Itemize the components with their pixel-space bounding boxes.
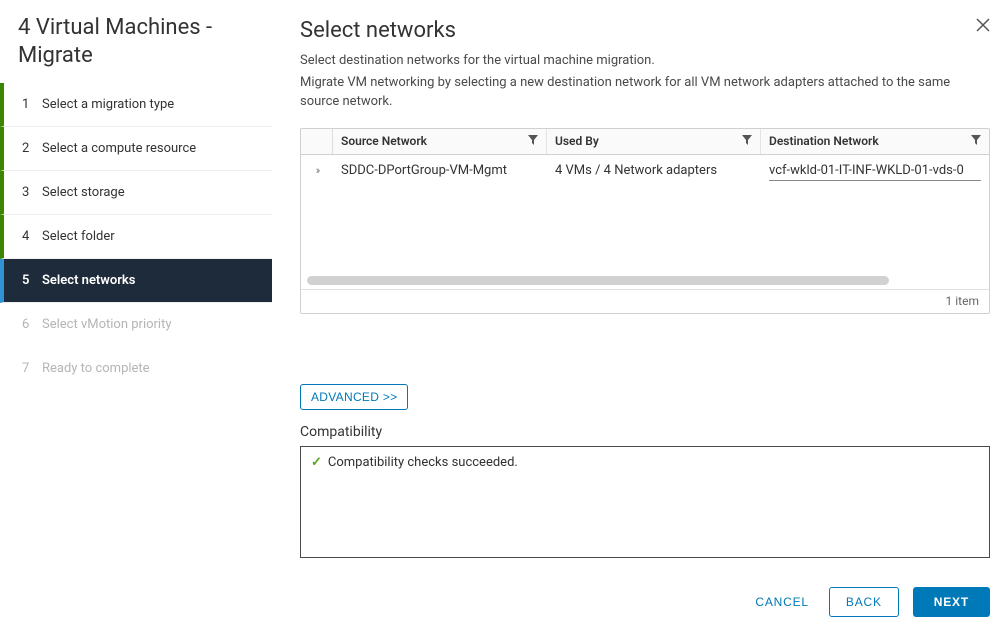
compatibility-box: ✓ Compatibility checks succeeded. bbox=[300, 446, 990, 558]
source-network-header[interactable]: Source Network bbox=[333, 129, 547, 154]
step-select-networks[interactable]: 5 Select networks bbox=[0, 259, 272, 303]
step-number: 1 bbox=[22, 97, 42, 112]
step-label: Select networks bbox=[42, 273, 135, 288]
step-select-storage[interactable]: 3 Select storage bbox=[0, 171, 272, 215]
step-select-vmotion-priority: 6 Select vMotion priority bbox=[0, 303, 272, 347]
step-label: Select storage bbox=[42, 185, 125, 200]
expand-row-toggle[interactable]: ›› bbox=[301, 164, 333, 177]
step-select-compute-resource[interactable]: 2 Select a compute resource bbox=[0, 127, 272, 171]
table-row[interactable]: ›› SDDC-DPortGroup-VM-Mgmt 4 VMs / 4 Net… bbox=[301, 155, 989, 187]
table-body: ›› SDDC-DPortGroup-VM-Mgmt 4 VMs / 4 Net… bbox=[301, 155, 989, 289]
used-by-header[interactable]: Used By bbox=[547, 129, 761, 154]
source-network-cell: SDDC-DPortGroup-VM-Mgmt bbox=[333, 163, 547, 178]
step-number: 5 bbox=[22, 273, 42, 288]
step-number: 4 bbox=[22, 229, 42, 244]
compatibility-heading: Compatibility bbox=[300, 424, 990, 440]
chevron-right-icon: ›› bbox=[316, 164, 319, 177]
expand-column-header bbox=[301, 129, 333, 154]
horizontal-scrollbar[interactable] bbox=[307, 276, 889, 285]
destination-network-cell: vcf-wkld-01-IT-INF-WKLD-01-vds-0 bbox=[761, 161, 989, 181]
destination-network-select[interactable]: vcf-wkld-01-IT-INF-WKLD-01-vds-0 bbox=[769, 161, 981, 181]
step-select-migration-type[interactable]: 1 Select a migration type bbox=[0, 83, 272, 127]
cancel-button[interactable]: CANCEL bbox=[749, 587, 814, 617]
advanced-button[interactable]: ADVANCED >> bbox=[300, 384, 408, 410]
column-label: Destination Network bbox=[769, 134, 879, 148]
compatibility-message: Compatibility checks succeeded. bbox=[328, 455, 518, 470]
filter-icon[interactable] bbox=[742, 135, 752, 148]
page-title: Select networks bbox=[300, 18, 990, 43]
step-number: 2 bbox=[22, 141, 42, 156]
column-label: Used By bbox=[555, 134, 599, 148]
dialog-footer: CANCEL BACK NEXT bbox=[300, 567, 990, 617]
networks-table: Source Network Used By Destination Netwo… bbox=[300, 128, 990, 314]
wizard-title: 4 Virtual Machines - Migrate bbox=[0, 14, 272, 83]
step-number: 6 bbox=[22, 317, 42, 332]
column-label: Source Network bbox=[341, 134, 427, 148]
table-footer: 1 item bbox=[301, 289, 989, 313]
step-label: Select a migration type bbox=[42, 97, 174, 112]
next-button[interactable]: NEXT bbox=[913, 587, 990, 617]
destination-network-header[interactable]: Destination Network bbox=[761, 129, 989, 154]
step-select-folder[interactable]: 4 Select folder bbox=[0, 215, 272, 259]
used-by-cell: 4 VMs / 4 Network adapters bbox=[547, 163, 761, 178]
page-description-1: Select destination networks for the virt… bbox=[300, 51, 990, 71]
item-count: 1 item bbox=[946, 294, 979, 308]
step-number: 3 bbox=[22, 185, 42, 200]
back-button[interactable]: BACK bbox=[829, 587, 899, 617]
step-number: 7 bbox=[22, 361, 42, 376]
step-ready-to-complete: 7 Ready to complete bbox=[0, 347, 272, 391]
filter-icon[interactable] bbox=[528, 135, 538, 148]
step-label: Select a compute resource bbox=[42, 141, 196, 156]
table-header-row: Source Network Used By Destination Netwo… bbox=[301, 129, 989, 155]
checkmark-icon: ✓ bbox=[311, 455, 322, 470]
page-description-2: Migrate VM networking by selecting a new… bbox=[300, 73, 980, 112]
close-button[interactable] bbox=[972, 14, 994, 41]
step-label: Select folder bbox=[42, 229, 115, 244]
main-panel: Select networks Select destination netwo… bbox=[272, 0, 1008, 633]
step-label: Select vMotion priority bbox=[42, 317, 172, 332]
step-label: Ready to complete bbox=[42, 361, 150, 376]
close-icon bbox=[976, 18, 990, 32]
filter-icon[interactable] bbox=[971, 135, 981, 148]
wizard-steps: 1 Select a migration type 2 Select a com… bbox=[0, 83, 272, 391]
wizard-sidebar: 4 Virtual Machines - Migrate 1 Select a … bbox=[0, 0, 272, 633]
